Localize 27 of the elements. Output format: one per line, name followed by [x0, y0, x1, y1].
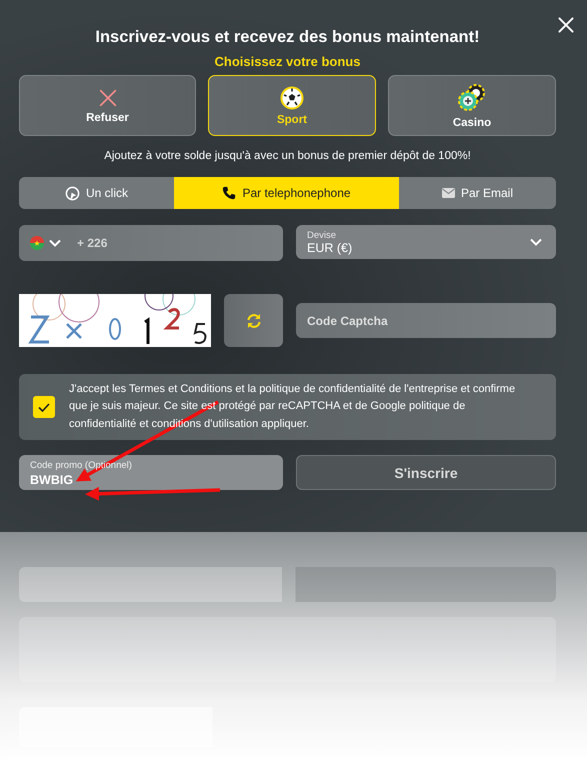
chevron-icon [530, 238, 542, 246]
signup-tab[interactable]: Par telephonephone [174, 177, 399, 209]
phone-field[interactable]: + 226 [19, 225, 283, 261]
modal-title: Inscrivez-vous et recevez des bonus maintenant! [94, 28, 481, 47]
signup-tab[interactable]: Un click [19, 177, 174, 209]
currency-select[interactable]: Devise EUR (€) [296, 225, 556, 259]
flag-icon [30, 236, 44, 250]
signup-tab[interactable]: Par Email [399, 177, 556, 209]
envelope-icon [442, 188, 455, 198]
bonus-option[interactable]: Casino [388, 75, 556, 136]
register-button[interactable]: S'inscrire [296, 455, 556, 490]
check-icon [38, 402, 50, 412]
hand-click-icon [64, 186, 80, 200]
bonus-note: Ajoutez à votre solde jusqu'à avec un bonus de premier dépôt de 100%! [103, 150, 472, 162]
terms-checkbox[interactable] [33, 396, 55, 418]
refresh-button[interactable] [224, 294, 283, 347]
chevron-icon [49, 239, 61, 247]
captcha-field[interactable]: Code Captcha [296, 303, 556, 338]
bonus-subtitle: Choisissez votre bonus [214, 54, 362, 69]
casino-chips-icon [457, 82, 487, 112]
bonus-option[interactable]: Refuser [19, 75, 196, 136]
soccer-ball-icon [280, 86, 304, 110]
phone-icon [222, 186, 236, 200]
refresh-icon [246, 312, 262, 328]
close-icon [98, 88, 118, 108]
close-icon [557, 16, 575, 34]
bonus-option[interactable]: Sport [208, 75, 376, 136]
